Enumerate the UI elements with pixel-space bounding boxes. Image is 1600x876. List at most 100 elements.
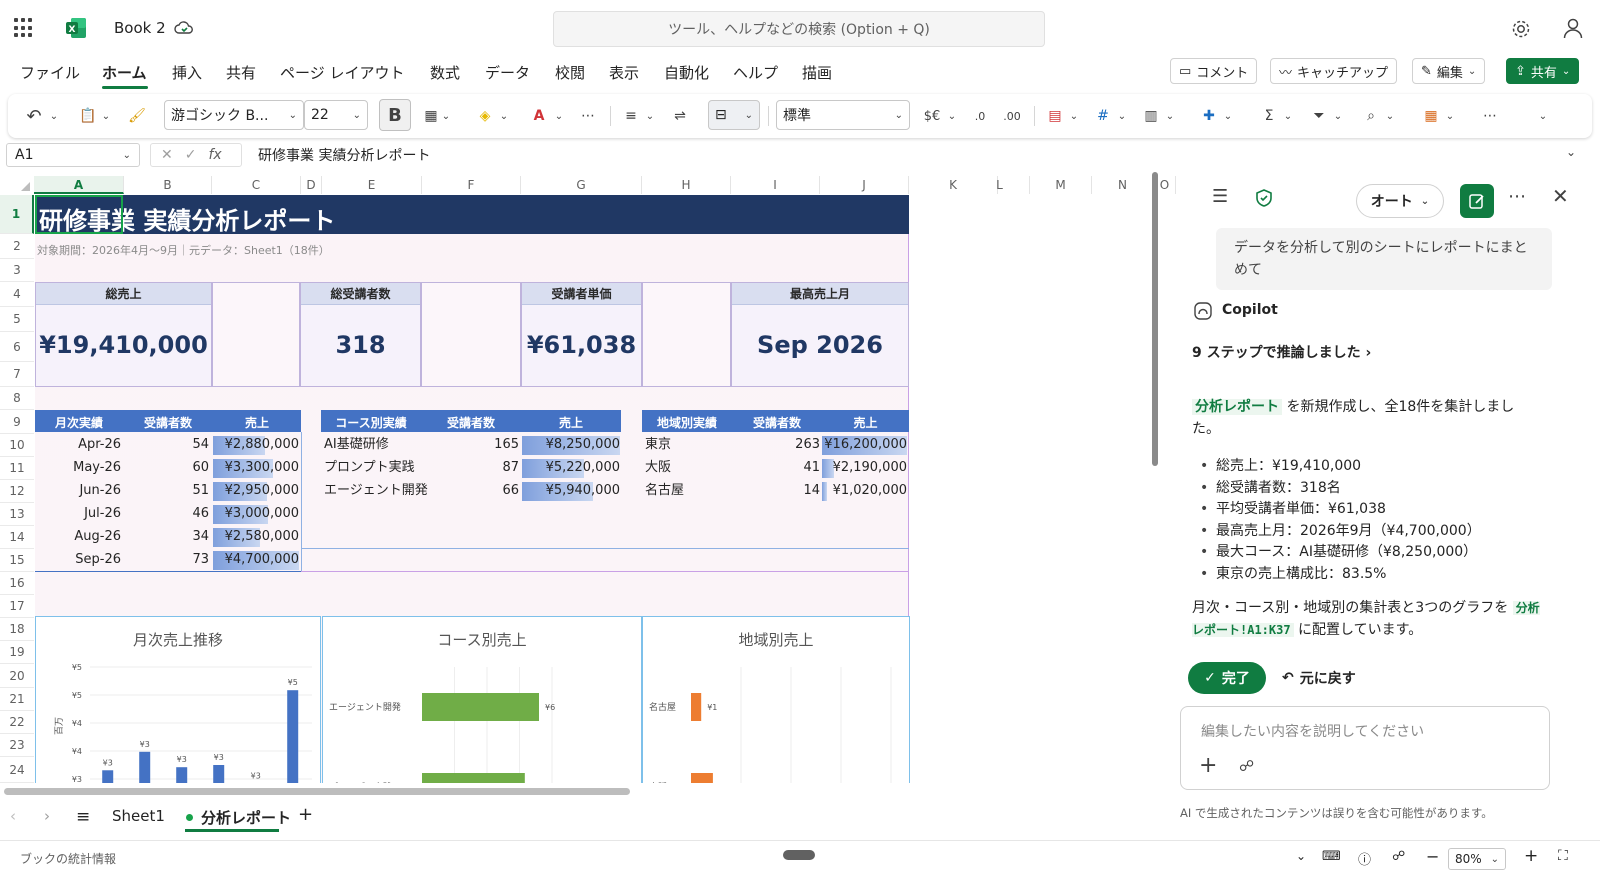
- menu-help[interactable]: ヘルプ: [733, 62, 778, 83]
- row-header-20[interactable]: 20: [0, 664, 34, 688]
- course-name-cell[interactable]: AI基礎研修: [324, 434, 422, 456]
- chart-course-sales[interactable]: コース別売上 エージェント開発¥6プロンプト実践: [322, 616, 642, 783]
- bold-button[interactable]: B: [379, 99, 411, 131]
- help-icon[interactable]: ⓘ: [1358, 849, 1371, 868]
- cancel-icon[interactable]: ✕: [161, 147, 173, 163]
- sales-cell[interactable]: ¥2,580,000: [213, 526, 299, 548]
- share-button[interactable]: ⇪ 共有 ⌄: [1506, 58, 1580, 84]
- row-header-12[interactable]: 12: [0, 480, 34, 503]
- column-header-j[interactable]: J: [820, 176, 909, 194]
- count-cell[interactable]: 41: [732, 457, 820, 479]
- worksheet-grid[interactable]: 研修事業 実績分析レポート 対象期間：2026年4月〜9月｜元データ：Sheet…: [35, 195, 1145, 783]
- row-header-17[interactable]: 17: [0, 595, 34, 618]
- menu-view[interactable]: 表示: [609, 62, 639, 83]
- chevron-down-icon[interactable]: ⌄: [1444, 102, 1456, 130]
- chevron-down-icon[interactable]: ⌄: [1164, 102, 1176, 130]
- column-header-d[interactable]: D: [301, 176, 322, 194]
- prompt-input[interactable]: 編集したい内容を説明してください: [1201, 721, 1424, 741]
- cell-styles-icon[interactable]: ▥: [1140, 102, 1162, 130]
- catchup-button[interactable]: 〰キャッチアップ: [1270, 58, 1398, 84]
- sales-cell[interactable]: ¥5,220,000: [522, 457, 620, 479]
- menu-data[interactable]: データ: [485, 62, 530, 83]
- account-icon[interactable]: [1562, 17, 1584, 39]
- column-header-e[interactable]: E: [322, 176, 422, 194]
- month-cell[interactable]: Sep-26: [35, 549, 121, 571]
- borders-icon[interactable]: ▦: [420, 102, 442, 130]
- chevron-down-icon[interactable]: ⌄: [440, 102, 452, 130]
- increase-decimal-icon[interactable]: .00: [1000, 102, 1024, 130]
- row-header-10[interactable]: 10: [0, 434, 34, 457]
- count-cell[interactable]: 60: [123, 457, 209, 479]
- row-header-15[interactable]: 15: [0, 549, 34, 572]
- feedback-icon[interactable]: ☍: [1392, 849, 1405, 864]
- selected-cell-a1[interactable]: [35, 195, 123, 234]
- all-sheets-icon[interactable]: ≡: [76, 807, 90, 827]
- close-icon[interactable]: ✕: [1552, 184, 1569, 208]
- select-all-corner[interactable]: [0, 176, 34, 194]
- find-icon[interactable]: ⌕: [1360, 102, 1382, 130]
- chevron-down-icon[interactable]: ⌄: [48, 102, 60, 130]
- column-header-l[interactable]: L: [970, 176, 1030, 194]
- chevron-down-icon[interactable]: ⌄: [100, 102, 112, 130]
- workbook-stats-link[interactable]: ブックの統計情報: [20, 850, 116, 867]
- format-as-table-icon[interactable]: #: [1092, 102, 1114, 130]
- vertical-scrollbar[interactable]: [1152, 172, 1158, 466]
- sheet-tab-sheet1[interactable]: Sheet1: [112, 807, 165, 825]
- row-header-16[interactable]: 16: [0, 572, 34, 595]
- more-options-icon[interactable]: ⋯: [1478, 102, 1502, 130]
- chevron-down-icon[interactable]: ⌄: [946, 102, 958, 130]
- month-cell[interactable]: Apr-26: [35, 434, 121, 456]
- sales-cell[interactable]: ¥2,190,000: [822, 457, 907, 479]
- reasoning-steps-toggle[interactable]: 9 ステップで推論しました ›: [1192, 342, 1371, 362]
- mode-select[interactable]: オート ⌄: [1356, 184, 1444, 218]
- row-header-7[interactable]: 7: [0, 362, 34, 387]
- count-cell[interactable]: 34: [123, 526, 209, 548]
- more-options-icon[interactable]: ⋯: [1508, 186, 1526, 207]
- wrap-text-icon[interactable]: ⇌: [668, 102, 692, 130]
- undo-button[interactable]: ↶ 元に戻す: [1282, 668, 1356, 688]
- chevron-down-icon[interactable]: ⌄: [644, 102, 656, 130]
- row-header-11[interactable]: 11: [0, 457, 34, 480]
- row-header-22[interactable]: 22: [0, 711, 34, 734]
- count-cell[interactable]: 66: [421, 480, 519, 502]
- horizontal-scrollbar[interactable]: [4, 788, 630, 795]
- confirm-icon[interactable]: ✓: [185, 147, 197, 163]
- decrease-decimal-icon[interactable]: .0: [968, 102, 992, 130]
- report-sheet-link[interactable]: 分析レポート: [1192, 399, 1282, 415]
- row-header-3[interactable]: 3: [0, 259, 34, 282]
- expand-ribbon-icon[interactable]: ⌄: [1536, 102, 1550, 130]
- row-header-23[interactable]: 23: [0, 734, 34, 757]
- undo-icon[interactable]: ↶: [22, 102, 46, 130]
- month-cell[interactable]: Aug-26: [35, 526, 121, 548]
- addins-icon[interactable]: ▦: [1420, 102, 1442, 130]
- number-format-select[interactable]: 標準 ⌄: [776, 100, 910, 130]
- sales-cell[interactable]: ¥16,200,000: [822, 434, 907, 456]
- font-color-icon[interactable]: A: [528, 102, 550, 130]
- font-size-select[interactable]: 22 ⌄: [304, 100, 368, 130]
- fill-color-icon[interactable]: ◈: [474, 102, 496, 130]
- chevron-down-icon[interactable]: ⌄: [1332, 102, 1344, 130]
- course-name-cell[interactable]: プロンプト実践: [324, 457, 422, 479]
- course-name-cell[interactable]: エージェント開発: [324, 480, 428, 502]
- row-header-2[interactable]: 2: [0, 234, 34, 259]
- menu-formulas[interactable]: 数式: [430, 62, 460, 83]
- workbook-title[interactable]: Book 2: [114, 19, 166, 37]
- column-header-m[interactable]: M: [1030, 176, 1092, 194]
- menu-home[interactable]: ホーム: [102, 62, 147, 83]
- row-header-21[interactable]: 21: [0, 688, 34, 711]
- region-name-cell[interactable]: 東京: [645, 434, 731, 456]
- sales-cell[interactable]: ¥2,950,000: [213, 480, 299, 502]
- zoom-out-icon[interactable]: −: [1426, 847, 1439, 866]
- count-cell[interactable]: 263: [732, 434, 820, 456]
- column-header-n[interactable]: N: [1092, 176, 1154, 194]
- chart-monthly-sales[interactable]: 月次売上推移 百万 ¥5 ¥5 ¥4 ¥4 ¥3 ¥3 ¥3 ¥3 ¥3 ¥3 ¥5: [35, 616, 321, 783]
- column-header-i[interactable]: I: [731, 176, 820, 194]
- column-header-g[interactable]: G: [521, 176, 642, 194]
- menu-page-layout[interactable]: ページ レイアウト: [280, 62, 404, 83]
- expand-formula-icon[interactable]: ⌄: [1566, 145, 1576, 159]
- count-cell[interactable]: 73: [123, 549, 209, 571]
- row-header-4[interactable]: 4: [0, 282, 34, 307]
- sales-cell[interactable]: ¥2,880,000: [213, 434, 299, 456]
- attach-link-icon[interactable]: ☍: [1239, 757, 1254, 775]
- align-icon[interactable]: ≡: [620, 102, 642, 130]
